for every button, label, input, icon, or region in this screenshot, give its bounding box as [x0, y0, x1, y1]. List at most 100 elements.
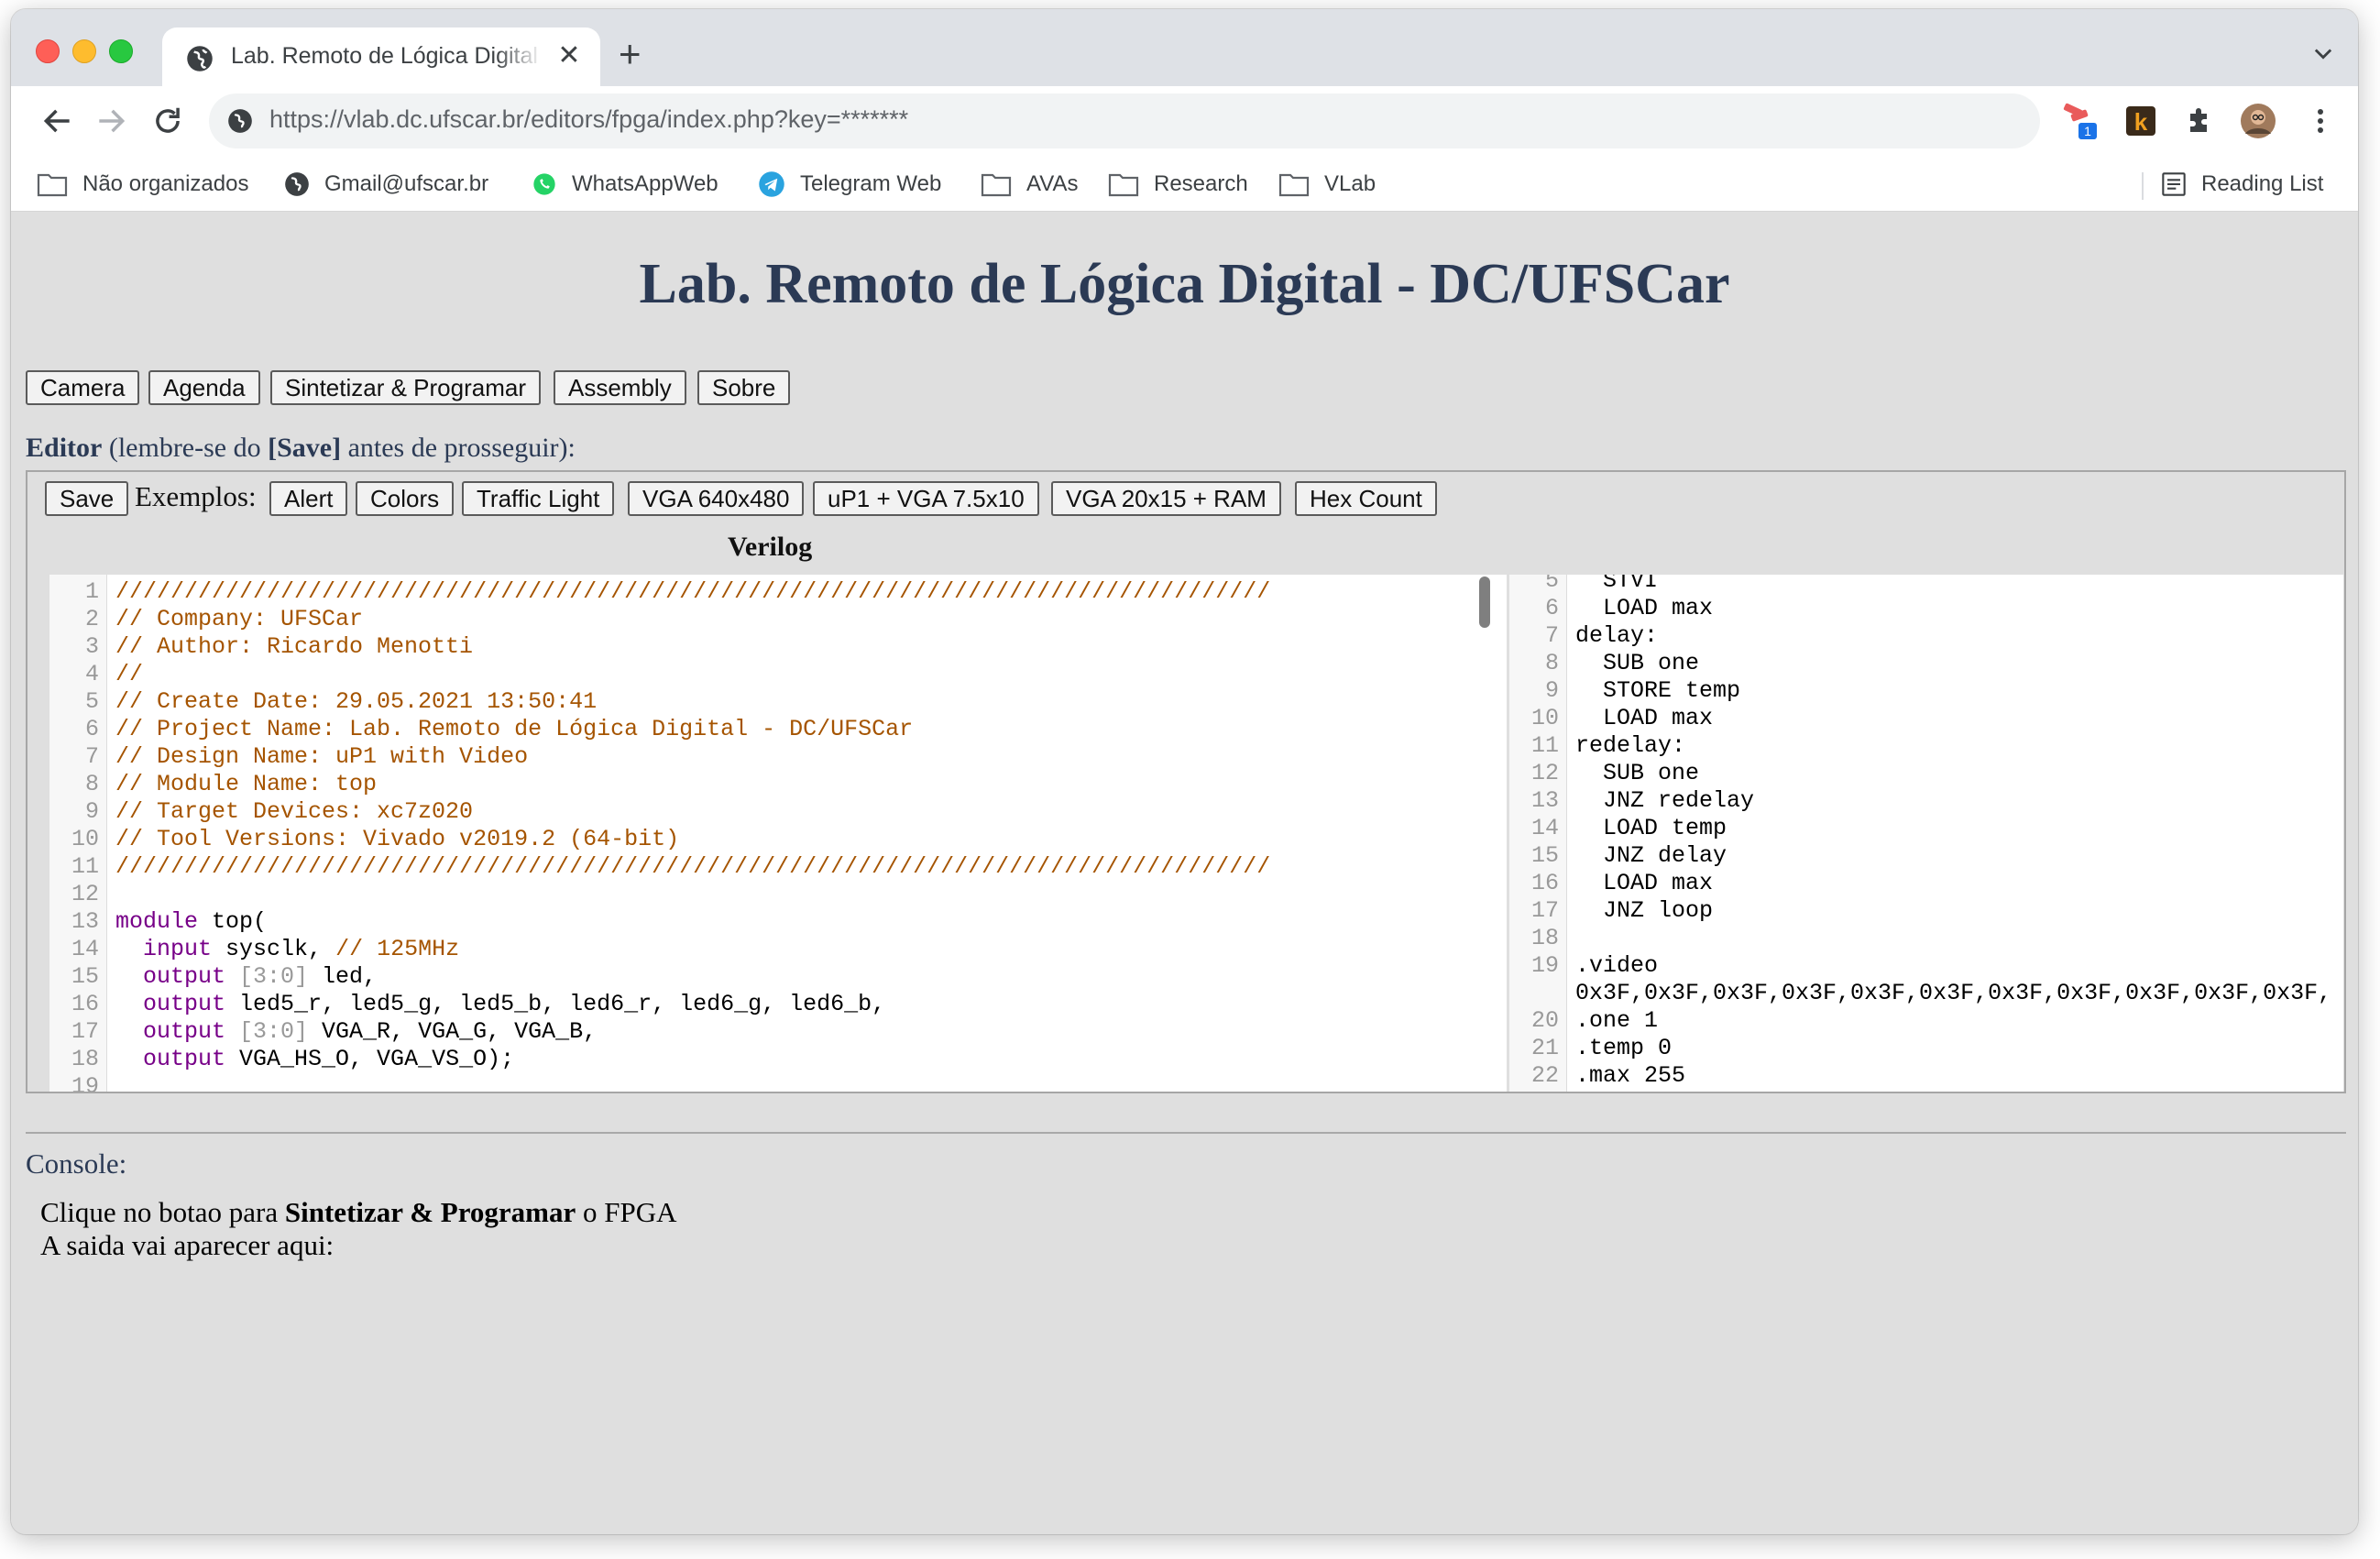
url-text[interactable]: https://vlab.dc.ufscar.br/editors/fpga/i… [269, 105, 908, 134]
line-number: 10 [1530, 705, 1559, 731]
new-tab-button[interactable]: + [619, 35, 642, 73]
code-line: // [115, 661, 143, 688]
code-comment: // Target Devices: xc7z020 [115, 798, 474, 825]
line-number: 12 [71, 881, 99, 907]
k-extension-icon[interactable]: k [2122, 101, 2159, 141]
line-number: 5 [84, 688, 99, 715]
line-number: 6 [1544, 595, 1559, 621]
extensions-puzzle-icon[interactable] [2181, 101, 2218, 141]
code-comment: // [115, 661, 144, 687]
camera-button[interactable]: Camera [26, 370, 140, 405]
example-vga-ram-button[interactable]: VGA 20x15 + RAM [1051, 481, 1281, 516]
bookmark-research[interactable]: Research [1108, 168, 1248, 201]
example-hex-count-button[interactable]: Hex Count [1295, 481, 1437, 516]
folder-icon [37, 173, 68, 197]
browser-toolbar: https://vlab.dc.ufscar.br/editors/fpga/i… [11, 86, 2358, 158]
code-line: output [3:0] VGA_R, VGA_G, VGA_B, [115, 1018, 597, 1046]
bookmark-avas[interactable]: AVAs [981, 168, 1078, 201]
bookmark-gmail[interactable]: Gmail@ufscar.br [284, 168, 488, 201]
example-colors-button[interactable]: Colors [356, 481, 455, 516]
minimize-window-button[interactable] [72, 39, 96, 63]
code-range: [3:0] [225, 963, 309, 990]
line-number: 16 [1530, 870, 1559, 896]
line-number: 19 [1530, 952, 1559, 979]
sintetizar-programar-button[interactable]: Sintetizar & Programar [270, 370, 541, 405]
reading-list-icon [2162, 172, 2186, 196]
editor-scrollbar[interactable] [1479, 576, 1490, 628]
bookmark-nao-organizados[interactable]: Não organizados [37, 168, 248, 201]
code-comment: ////////////////////////////////////////… [115, 853, 1271, 880]
profile-avatar[interactable] [2240, 101, 2276, 141]
reading-list-label: Reading List [2201, 171, 2324, 196]
forward-arrow-icon[interactable] [93, 104, 128, 138]
code-text: led, [308, 963, 378, 990]
site-info-icon[interactable] [227, 108, 253, 134]
bookmark-whatsappweb[interactable]: WhatsAppWeb [532, 168, 718, 201]
reload-icon[interactable] [150, 104, 185, 138]
code-comment: // Company: UFSCar [115, 606, 364, 632]
code-line: LOAD max [1575, 595, 1714, 621]
line-number: 11 [71, 853, 99, 880]
line-number: 8 [1544, 650, 1559, 676]
code-comment: // 125MHz [335, 936, 460, 962]
example-traffic-light-button[interactable]: Traffic Light [462, 481, 615, 516]
verilog-code-editor[interactable]: 1///////////////////////////////////////… [49, 575, 1507, 1092]
bookmark-telegram-web[interactable]: Telegram Web [758, 168, 941, 201]
line-number [1509, 980, 1559, 1007]
bookmark-vlab[interactable]: VLab [1278, 168, 1376, 201]
maximize-window-button[interactable] [109, 39, 133, 63]
code-line: ////////////////////////////////////////… [115, 578, 1270, 606]
bookmark-label: Telegram Web [800, 171, 942, 196]
editor-label-bold: Editor [26, 433, 103, 463]
agenda-button[interactable]: Agenda [148, 370, 260, 405]
line-number: 4 [84, 661, 99, 687]
telegram-icon [759, 171, 784, 197]
back-arrow-icon[interactable] [40, 104, 75, 138]
code-line: .temp 0 [1575, 1035, 1673, 1061]
line-number: 7 [1544, 622, 1559, 649]
code-line: LOAD temp [1575, 815, 1727, 841]
extension-badge-count: 1 [2084, 124, 2091, 138]
line-number: 14 [71, 936, 99, 962]
editor-label-save: [Save] [268, 433, 342, 463]
browser-tab[interactable]: Lab. Remoto de Lógica Digital - DC/UFSCa… [162, 27, 600, 86]
close-tab-icon[interactable]: ✕ [554, 40, 584, 71]
code-keyword: output [143, 1046, 226, 1072]
assembly-button[interactable]: Assembly [554, 370, 686, 405]
folder-icon [1278, 173, 1310, 197]
sobre-button[interactable]: Sobre [697, 370, 791, 405]
example-alert-button[interactable]: Alert [269, 481, 348, 516]
close-window-button[interactable] [36, 39, 60, 63]
reading-list-button[interactable]: Reading List [2161, 168, 2323, 201]
assembly-code-editor[interactable]: 5 STVI 6 LOAD max 7 delay: 8 SUB one 9 STORE … [1509, 575, 2343, 1092]
address-bar[interactable]: https://vlab.dc.ufscar.br/editors/fpga/i… [209, 93, 2040, 148]
extension-puzzle-badge-icon[interactable]: 1 [2062, 101, 2099, 141]
more-menu-icon[interactable] [2302, 101, 2339, 141]
code-line: .one 1 [1575, 1007, 1659, 1034]
example-up1-vga-button[interactable]: uP1 + VGA 7.5x10 [813, 481, 1039, 516]
code-line: STVI [1575, 575, 1659, 594]
code-line: input sysclk, // 125MHz [115, 936, 459, 963]
code-line: // Create Date: 29.05.2021 13:50:41 [115, 688, 597, 716]
console-line1-bold: Sintetizar & Programar [284, 1196, 576, 1228]
editor-label-pre: (lembre-se do [108, 433, 261, 463]
example-vga-640x480-button[interactable]: VGA 640x480 [628, 481, 805, 516]
save-button[interactable]: Save [45, 481, 129, 516]
folder-icon [1108, 173, 1139, 197]
chevron-down-icon[interactable] [2310, 40, 2336, 66]
line-number: 1 [84, 578, 99, 605]
code-line: JNZ loop [1575, 897, 1714, 924]
page-content: Lab. Remoto de Lógica Digital - DC/UFSCa… [11, 212, 2358, 1534]
code-line: // Module Name: top [115, 771, 377, 798]
code-line: LOAD max [1575, 705, 1714, 731]
editor-label: Editor (lembre-se do [Save] antes de pro… [26, 433, 576, 464]
folder-icon [981, 173, 1012, 197]
line-number: 11 [1530, 732, 1559, 759]
code-line: JNZ delay [1575, 842, 1727, 869]
line-number: 21 [1530, 1035, 1559, 1061]
page-title: Lab. Remoto de Lógica Digital - DC/UFSCa… [639, 253, 1730, 315]
